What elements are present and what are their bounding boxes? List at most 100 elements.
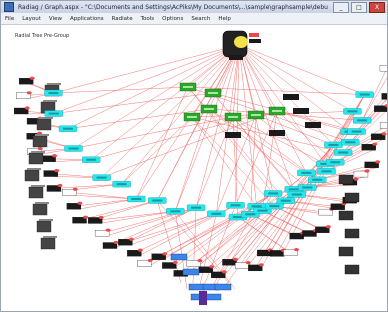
menu-radiate[interactable]: Radiate xyxy=(108,16,137,22)
block-top xyxy=(31,185,45,187)
green-hub-text xyxy=(187,116,197,118)
root-badge xyxy=(249,33,259,37)
leaf-marker xyxy=(209,265,215,269)
edge xyxy=(53,183,122,189)
maximize-button[interactable]: □ xyxy=(351,2,367,13)
leaf-marker xyxy=(77,201,83,205)
edge xyxy=(121,116,193,185)
edge xyxy=(79,200,158,221)
root-label xyxy=(249,39,261,43)
cyan-node-text xyxy=(280,199,291,202)
cyan-node-text xyxy=(321,170,332,173)
cyan-node-text xyxy=(116,183,127,186)
menu-bar: File Layout View Applications Radiate To… xyxy=(1,13,387,25)
leaf-marker xyxy=(221,270,227,274)
cyan-node-text xyxy=(96,176,107,179)
block-top xyxy=(43,100,57,102)
cyan-node-text xyxy=(291,193,302,196)
leaf-marker xyxy=(375,160,381,164)
leaf-marker xyxy=(54,168,60,173)
menu-help[interactable]: Help xyxy=(214,16,235,22)
leaf-marker xyxy=(162,252,168,256)
minimize-button[interactable]: _ xyxy=(333,2,349,13)
app-icon xyxy=(4,2,14,12)
leaf-marker xyxy=(24,106,30,110)
cyan-node-text xyxy=(328,143,339,146)
block-node xyxy=(40,237,56,250)
window-title: Radiag / Graph.aspx - "C:\Documents and … xyxy=(18,3,328,11)
blue-node xyxy=(170,253,188,261)
cyan-node-text xyxy=(302,186,313,189)
cyan-node-text xyxy=(301,171,312,174)
menu-search[interactable]: Search xyxy=(187,16,214,22)
edge xyxy=(175,211,236,290)
leaf-marker xyxy=(29,76,35,80)
menu-tools[interactable]: Tools xyxy=(137,16,159,22)
menu-options[interactable]: Options xyxy=(158,16,187,22)
edge xyxy=(238,44,257,207)
graph-canvas[interactable]: Radial Tree Pre-Group xyxy=(1,25,387,311)
leaf-marker xyxy=(353,177,359,181)
dark-label-node xyxy=(225,132,241,138)
root-highlight xyxy=(234,36,248,48)
leaf-marker xyxy=(232,257,238,261)
leaf-marker xyxy=(72,187,78,191)
leaf-marker xyxy=(245,261,251,265)
menu-applications[interactable]: Applications xyxy=(66,16,108,22)
cyan-node-text xyxy=(345,141,356,144)
radial-graph[interactable] xyxy=(1,25,387,311)
block-node xyxy=(28,152,44,165)
edge xyxy=(238,44,274,194)
block-top xyxy=(35,134,49,136)
cyan-node-text xyxy=(48,92,59,95)
edge xyxy=(238,44,353,112)
cyan-node-text xyxy=(268,192,279,195)
edge xyxy=(191,116,257,207)
leaf-marker xyxy=(137,248,143,252)
edge xyxy=(73,198,137,207)
edge xyxy=(208,108,308,188)
menu-file[interactable]: File xyxy=(1,16,18,22)
block-node xyxy=(32,135,48,148)
cyan-node-text xyxy=(62,127,73,130)
menu-layout[interactable]: Layout xyxy=(18,16,45,22)
cyan-node-text xyxy=(338,151,349,154)
leaf-marker xyxy=(172,260,178,265)
cyan-node-text xyxy=(288,188,299,191)
cyan-node-text xyxy=(68,147,79,150)
block-node xyxy=(36,118,52,131)
cyan-node-text xyxy=(152,199,163,202)
cyan-node-text xyxy=(86,158,97,161)
edge xyxy=(187,86,274,194)
edge xyxy=(216,44,240,214)
close-button[interactable]: X xyxy=(369,2,385,13)
green-hub-text xyxy=(251,114,261,116)
edge xyxy=(53,92,214,114)
edge xyxy=(255,114,334,146)
edge xyxy=(101,44,240,178)
leaf-marker xyxy=(98,215,104,220)
edge xyxy=(73,116,234,149)
menu-view[interactable]: View xyxy=(45,16,66,22)
leaf-marker xyxy=(105,228,111,232)
cyan-node-text xyxy=(230,204,241,207)
leaf-marker xyxy=(52,154,58,158)
edge xyxy=(241,131,350,266)
block-node xyxy=(338,210,354,221)
cyan-node-text xyxy=(257,209,268,212)
cyan-node-text xyxy=(211,212,222,215)
edge xyxy=(136,44,240,200)
cyan-node-text xyxy=(48,112,59,115)
block-node xyxy=(338,246,354,257)
leaf-marker xyxy=(258,263,264,267)
block-top xyxy=(27,168,41,170)
title-bar[interactable]: Radiag / Graph.aspx - "C:\Documents and … xyxy=(1,1,387,13)
leaf-marker xyxy=(57,183,63,188)
edge xyxy=(250,114,257,215)
leaf-marker xyxy=(293,248,299,252)
window-controls: _ □ X xyxy=(333,2,385,13)
block-node xyxy=(28,186,44,199)
edge xyxy=(276,110,350,132)
leaf-marker xyxy=(372,142,378,146)
app-window: Radiag / Graph.aspx - "C:\Documents and … xyxy=(0,0,388,312)
